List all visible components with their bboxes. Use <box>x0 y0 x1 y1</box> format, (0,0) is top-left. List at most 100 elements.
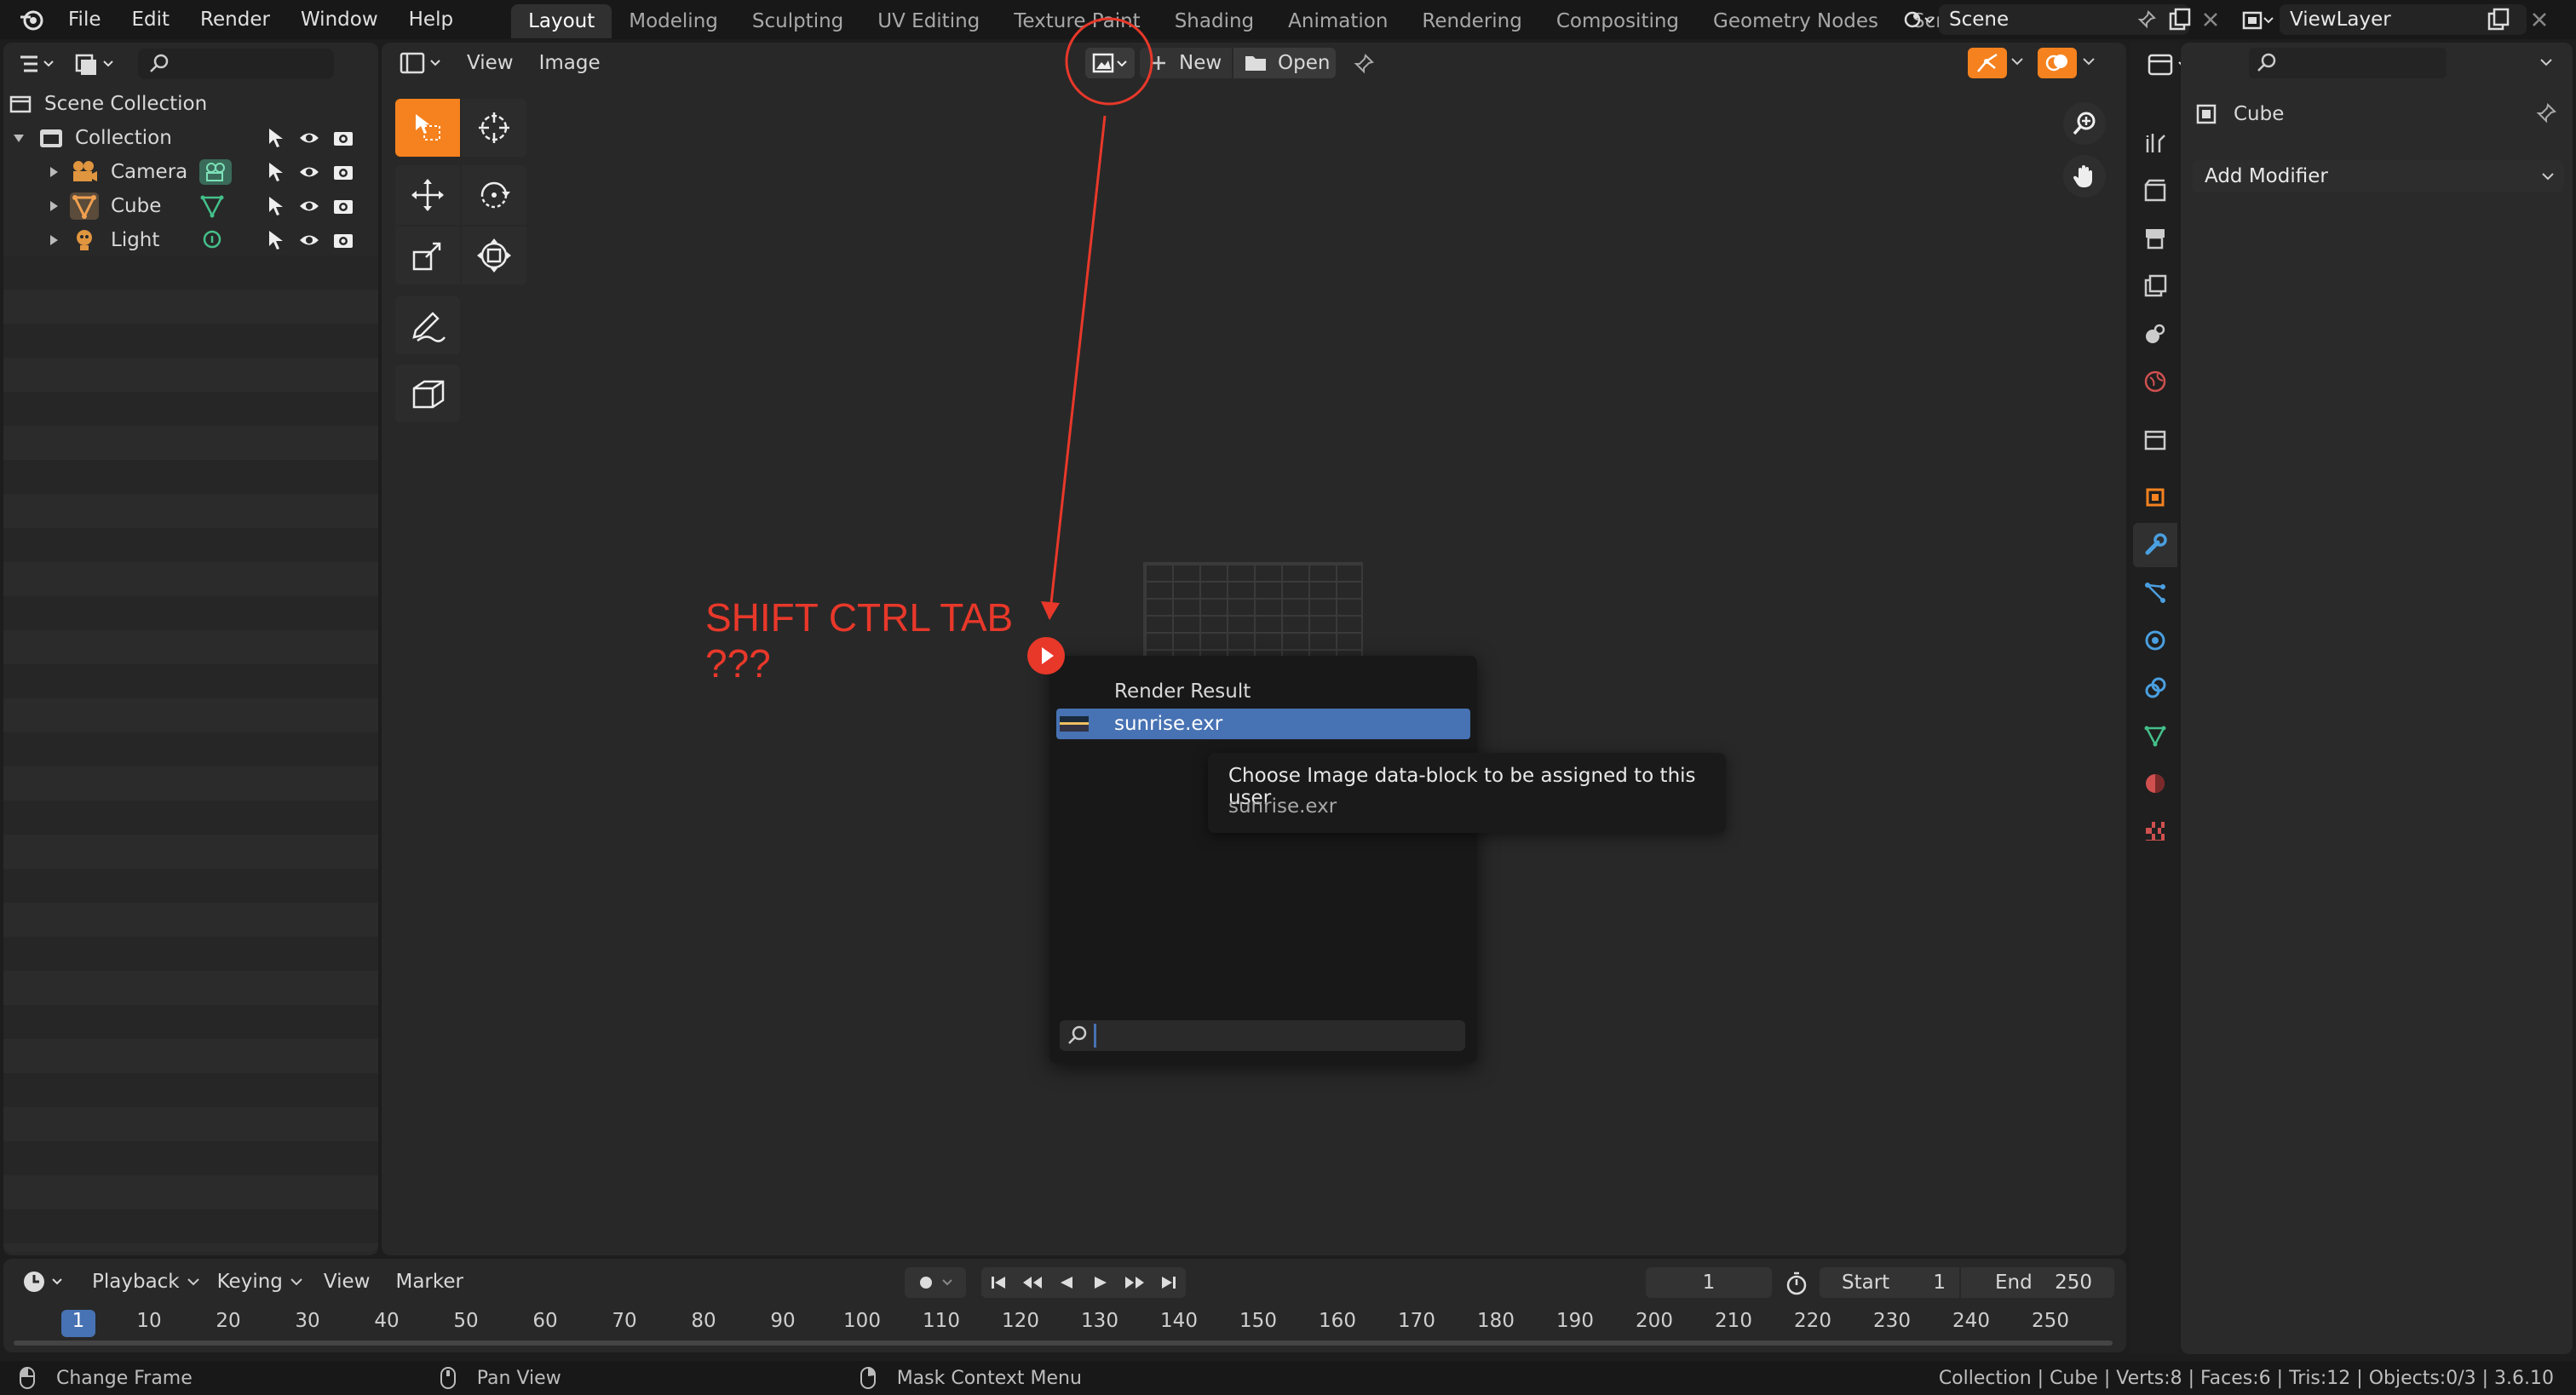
frame-tick: 210 <box>1715 1310 1752 1332</box>
frame-tick: 200 <box>1636 1310 1673 1332</box>
frame-tick: 190 <box>1556 1310 1594 1332</box>
end-value: 250 <box>2055 1272 2092 1294</box>
tab-render[interactable] <box>2133 169 2177 213</box>
play-reverse-icon[interactable] <box>1049 1274 1084 1291</box>
frame-tick: 10 <box>136 1310 162 1332</box>
end-frame-field[interactable]: End 250 <box>1961 1267 2114 1298</box>
render-result-label: Render Result <box>1114 680 1251 703</box>
search-icon <box>1067 1025 1089 1047</box>
image-browse-popup: Render Result sunrise.exr <box>1027 637 1477 1063</box>
timeline-marker-menu[interactable]: Marker <box>395 1271 463 1293</box>
stopwatch-icon[interactable] <box>1784 1271 1809 1296</box>
popup-item-render-result[interactable]: Render Result <box>1056 676 1470 707</box>
mouse-right-icon <box>860 1366 877 1390</box>
tab-constraints[interactable] <box>2133 666 2177 710</box>
tab-scene[interactable] <box>2133 312 2177 356</box>
tab-object[interactable] <box>2133 475 2177 520</box>
pin-icon[interactable] <box>2535 102 2557 124</box>
frame-tick: 120 <box>1002 1310 1039 1332</box>
auto-keying-toggle[interactable] <box>905 1267 966 1298</box>
annotation-line-2: ??? <box>705 641 771 686</box>
jump-end-icon[interactable] <box>1152 1274 1186 1291</box>
jump-start-icon[interactable] <box>981 1274 1015 1291</box>
mouse-middle-icon <box>440 1366 457 1390</box>
play-icon[interactable] <box>1084 1274 1118 1291</box>
frame-tick: 220 <box>1794 1310 1831 1332</box>
record-icon <box>917 1274 934 1291</box>
sunrise-label: sunrise.exr <box>1114 713 1223 735</box>
frame-tick: 20 <box>216 1310 241 1332</box>
timeline-view-menu[interactable]: View <box>324 1271 371 1293</box>
frame-tick: 60 <box>532 1310 558 1332</box>
status-bar: Change Frame Pan View Mask Context Menu … <box>0 1361 2576 1395</box>
start-frame-field[interactable]: Start 1 <box>1820 1267 1959 1298</box>
text-caret <box>1094 1024 1096 1048</box>
end-label: End <box>1995 1272 2033 1294</box>
tab-particles[interactable] <box>2133 571 2177 615</box>
tab-stack <box>2133 121 2177 853</box>
frame-tick: 110 <box>923 1310 960 1332</box>
chevron-down-icon <box>2540 170 2556 182</box>
frame-tick: 1 <box>72 1310 85 1332</box>
frame-tick: 30 <box>295 1310 320 1332</box>
tab-data[interactable] <box>2133 714 2177 758</box>
frame-tick: 80 <box>691 1310 716 1332</box>
status-left-hint: Change Frame <box>56 1367 193 1389</box>
frame-tick: 170 <box>1398 1310 1435 1332</box>
object-name: Cube <box>2234 103 2285 125</box>
playback-controls <box>981 1267 1186 1298</box>
properties-search-input[interactable] <box>2249 48 2447 78</box>
frame-tick: 90 <box>770 1310 796 1332</box>
mouse-left-icon <box>19 1366 36 1390</box>
frame-tick: 50 <box>453 1310 479 1332</box>
chevron-down-icon <box>187 1277 200 1287</box>
tab-view-layer[interactable] <box>2133 264 2177 308</box>
tab-physics[interactable] <box>2133 618 2177 663</box>
status-middle-hint: Pan View <box>476 1367 561 1389</box>
playback-label: Playback <box>92 1271 180 1293</box>
frame-tick: 150 <box>1239 1310 1277 1332</box>
editor-type-icon[interactable] <box>20 1268 68 1295</box>
tooltip-subtitle: sunrise.exr <box>1228 795 1337 818</box>
tab-output[interactable] <box>2133 216 2177 261</box>
tooltip: Choose Image data-block to be assigned t… <box>1208 753 1726 833</box>
properties-context: Cube <box>2194 99 2284 129</box>
frame-tick: 40 <box>374 1310 400 1332</box>
frame-tick: 160 <box>1319 1310 1356 1332</box>
image-thumbnail-icon <box>1060 716 1089 732</box>
keying-menu[interactable]: Keying <box>217 1271 303 1293</box>
scene-statistics: Collection | Cube | Verts:8 | Faces:6 | … <box>1938 1367 2554 1389</box>
timeline-panel: Playback Keying View Marker 1 Start 1 En… <box>3 1259 2126 1352</box>
tab-texture[interactable] <box>2133 809 2177 853</box>
frame-tick: 130 <box>1081 1310 1118 1332</box>
timeline-scrollbar[interactable] <box>14 1340 2113 1346</box>
tab-world[interactable] <box>2133 359 2177 404</box>
frame-tick: 250 <box>2032 1310 2069 1332</box>
annotation-text: SHIFT CTRL TAB ??? <box>705 594 1013 686</box>
options-chevron-icon[interactable] <box>2539 56 2554 68</box>
tab-collection[interactable] <box>2133 417 2177 462</box>
frame-tick: 100 <box>843 1310 881 1332</box>
annotation-arrowhead <box>1041 601 1060 620</box>
search-icon <box>2256 52 2278 74</box>
annotation-line-1: SHIFT CTRL TAB <box>705 595 1014 640</box>
playback-menu[interactable]: Playback <box>92 1271 200 1293</box>
popup-item-sunrise[interactable]: sunrise.exr <box>1056 709 1470 739</box>
frame-tick: 180 <box>1477 1310 1515 1332</box>
tab-tool[interactable] <box>2133 121 2177 165</box>
popup-search-input[interactable] <box>1060 1020 1465 1051</box>
add-modifier-dropdown[interactable]: Add Modifier <box>2193 160 2564 192</box>
frame-tick: 70 <box>612 1310 637 1332</box>
jump-keyframe-back-icon[interactable] <box>1015 1274 1049 1291</box>
add-modifier-label: Add Modifier <box>2205 165 2328 187</box>
popup-drag-icon[interactable] <box>1026 635 1067 676</box>
tab-material[interactable] <box>2133 761 2177 806</box>
tab-modifiers[interactable] <box>2133 523 2177 567</box>
jump-keyframe-forward-icon[interactable] <box>1118 1274 1152 1291</box>
properties-panel: Cube Add Modifier <box>2181 43 2573 1354</box>
keying-label: Keying <box>216 1271 283 1293</box>
annotation-arrow-line <box>1048 115 1107 619</box>
frame-tick: 240 <box>1952 1310 1990 1332</box>
status-right-hint: Mask Context Menu <box>896 1367 1082 1389</box>
current-frame-field[interactable]: 1 <box>1646 1267 1772 1298</box>
